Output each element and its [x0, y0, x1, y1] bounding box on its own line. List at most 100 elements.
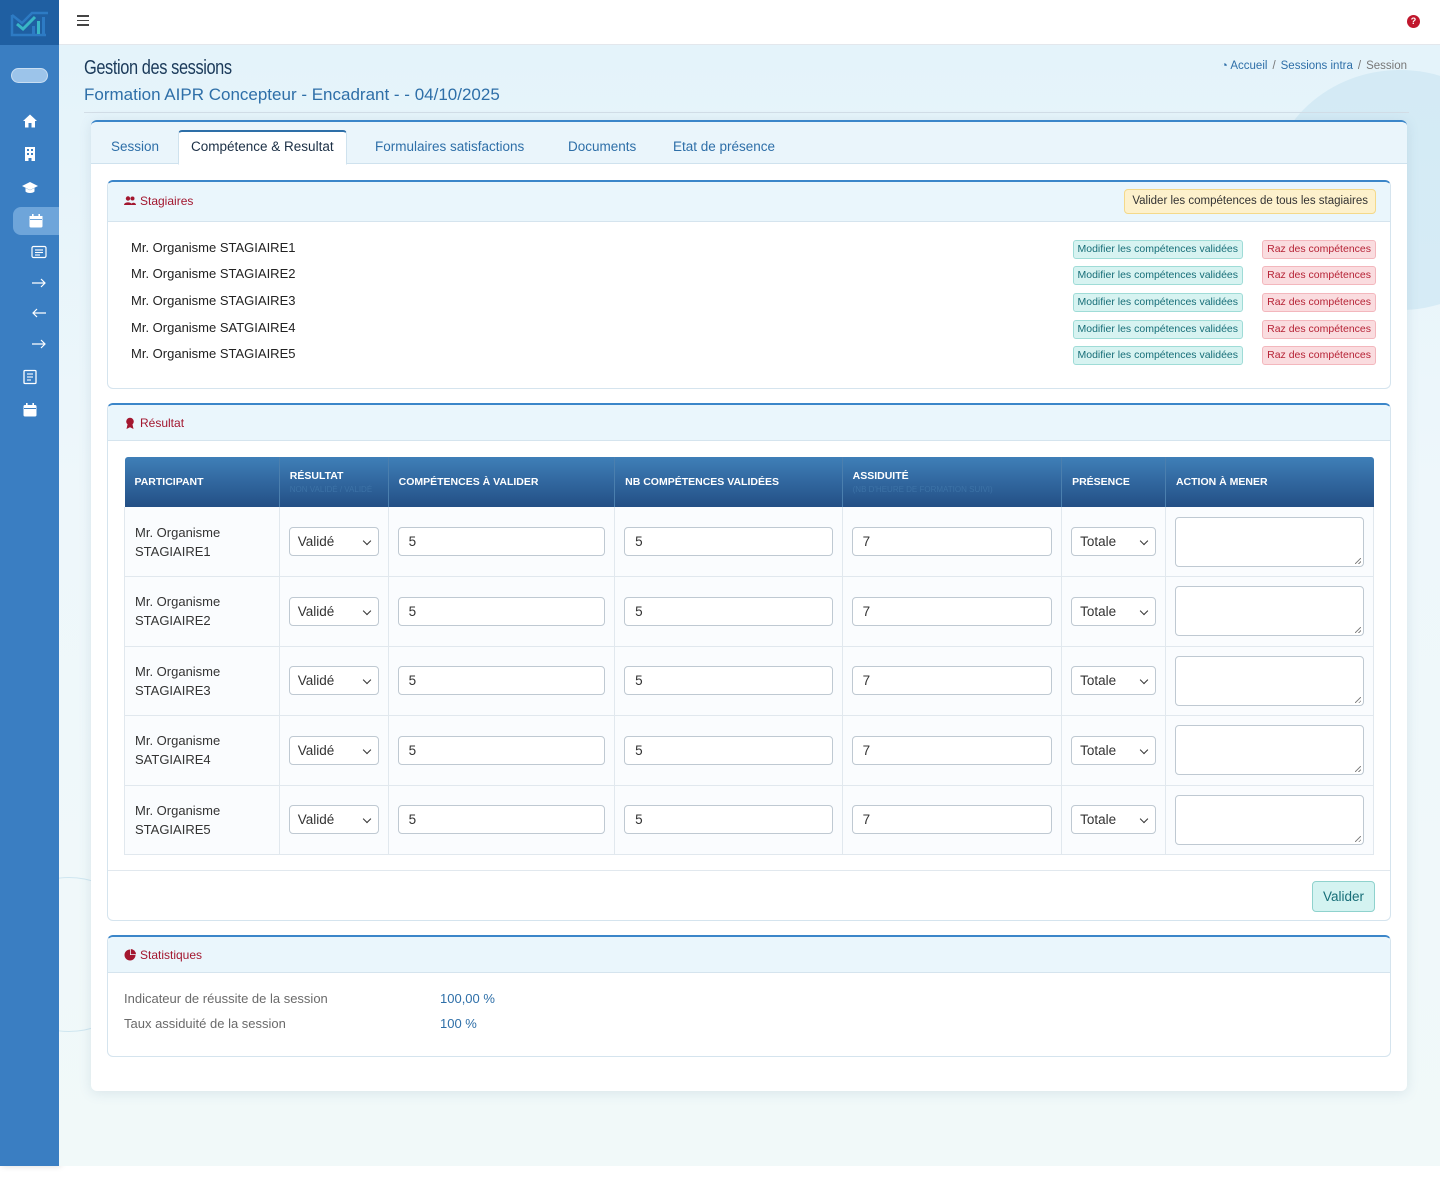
modify-competences-button[interactable]: Modifier les compétences validées	[1072, 293, 1243, 312]
resultat-select[interactable]: Validé	[288, 805, 379, 835]
competences-input[interactable]: 5	[397, 805, 606, 835]
top-bar: ?	[59, 0, 1440, 45]
document-icon	[22, 369, 37, 385]
assiduite-input[interactable]: 7	[851, 666, 1053, 696]
resultat-panel-header: Résultat	[108, 405, 1390, 441]
resultat-cell: Validé	[279, 646, 389, 716]
action-cell	[1165, 785, 1375, 855]
assiduite-input[interactable]: 7	[851, 735, 1053, 765]
action-textarea[interactable]	[1174, 794, 1364, 845]
resultat-select[interactable]: Validé	[288, 596, 379, 626]
competences-input[interactable]: 5	[397, 596, 606, 626]
resultat-panel: Résultat PARTICIPANT RÉSULTAT NON VALIDÉ …	[107, 403, 1391, 921]
presence-select[interactable]: Totale	[1071, 735, 1156, 765]
main-content: Gestion des sessions Formation AIPR Conc…	[59, 45, 1440, 1166]
assiduite-cell: 7	[842, 785, 1063, 855]
competences-input[interactable]: 5	[397, 735, 606, 765]
participant-cell: Mr. Organisme STAGIAIRE2	[124, 576, 280, 647]
assiduite-input[interactable]: 7	[851, 527, 1053, 556]
sidebar-item-home[interactable]	[0, 109, 59, 133]
sidebar-subitem-list[interactable]	[0, 240, 59, 264]
arrow-left-icon	[32, 308, 46, 318]
action-cell	[1165, 715, 1375, 786]
nb-validees-input[interactable]: 5	[624, 596, 833, 626]
resultat-select[interactable]: Validé	[288, 527, 379, 556]
assiduite-input[interactable]: 7	[851, 805, 1053, 835]
column-header-assiduite-sub: (NB D'HEURE DE FORMATION SUIVI)	[852, 485, 993, 494]
app-logo[interactable]	[0, 0, 59, 45]
action-textarea[interactable]	[1174, 516, 1364, 567]
tab-etat-presence[interactable]: Etat de présence	[661, 130, 787, 164]
column-header-action: ACTION À MENER	[1165, 457, 1374, 507]
reset-competences-button[interactable]: Raz des compétences	[1262, 240, 1376, 259]
validate-all-competences-button[interactable]: Valider les compétences de tous les stag…	[1124, 189, 1376, 214]
competences-cell: 5	[388, 715, 616, 786]
sidebar-item-formations[interactable]	[0, 176, 59, 200]
valider-button[interactable]: Valider	[1311, 881, 1375, 912]
reset-competences-button[interactable]: Raz des compétences	[1262, 320, 1376, 339]
participant-name: Mr. Organisme	[135, 594, 221, 610]
help-icon[interactable]: ?	[1407, 15, 1420, 28]
nb-validees-cell: 5	[614, 646, 843, 716]
trainee-name: Mr. Organisme SATGIAIRE4	[131, 320, 296, 335]
breadcrumb-sessions-intra[interactable]: Sessions intra	[1281, 60, 1353, 72]
modify-competences-button[interactable]: Modifier les compétences validées	[1072, 346, 1243, 365]
sidebar-item-documents[interactable]	[0, 365, 59, 389]
sidebar-item-sessions[interactable]	[13, 207, 59, 235]
presence-select[interactable]: Totale	[1071, 527, 1156, 556]
modify-competences-button[interactable]: Modifier les compétences validées	[1072, 320, 1243, 339]
presence-select[interactable]: Totale	[1071, 805, 1156, 835]
resultat-select[interactable]: Validé	[288, 735, 379, 765]
resultat-select[interactable]: Validé	[288, 666, 379, 696]
nb-validees-input[interactable]: 5	[624, 805, 833, 835]
assiduite-input[interactable]: 7	[851, 596, 1053, 626]
action-textarea[interactable]	[1174, 725, 1364, 776]
arrow-right-icon	[32, 339, 46, 349]
action-cell	[1165, 646, 1375, 716]
sidebar-subitem-arrow-right-1[interactable]	[0, 271, 59, 295]
stat-label: Taux assiduité de la session	[124, 1016, 286, 1031]
action-textarea[interactable]	[1174, 586, 1364, 637]
action-textarea[interactable]	[1174, 655, 1364, 706]
resultat-table: PARTICIPANT RÉSULTAT NON VALIDÉ / VALIDÉ …	[124, 457, 1375, 855]
nb-validees-cell: 5	[614, 785, 843, 855]
sidebar-subitem-arrow-right-2[interactable]	[0, 332, 59, 356]
tab-session[interactable]: Session	[99, 130, 171, 164]
tab-competence-resultat[interactable]: Compétence & Resultat	[178, 130, 347, 165]
statistiques-title: Statistiques	[124, 948, 202, 962]
participant-surname: STAGIAIRE3	[135, 682, 211, 698]
sidebar-item-planning[interactable]	[0, 398, 59, 422]
column-header-presence: PRÉSENCE	[1061, 457, 1166, 507]
resultat-cell: Validé	[279, 785, 389, 855]
breadcrumb-home[interactable]: ◔ Accueil	[1221, 60, 1268, 72]
column-header-competences: COMPÉTENCES À VALIDER	[388, 457, 616, 507]
competences-input[interactable]: 5	[397, 666, 606, 696]
competences-input[interactable]: 5	[397, 527, 606, 556]
tab-documents[interactable]: Documents	[556, 130, 648, 164]
action-cell	[1165, 507, 1375, 577]
nb-validees-input[interactable]: 5	[624, 666, 833, 696]
reset-competences-button[interactable]: Raz des compétences	[1262, 346, 1376, 365]
modify-competences-button[interactable]: Modifier les compétences validées	[1072, 240, 1243, 259]
modify-competences-button[interactable]: Modifier les compétences validées	[1072, 266, 1243, 285]
column-header-resultat: RÉSULTAT NON VALIDÉ / VALIDÉ	[279, 457, 389, 507]
nb-validees-input[interactable]: 5	[624, 735, 833, 765]
presence-select[interactable]: Totale	[1071, 596, 1156, 626]
column-header-participant: PARTICIPANT	[124, 457, 280, 507]
competences-cell: 5	[388, 785, 616, 855]
reset-competences-button[interactable]: Raz des compétences	[1262, 293, 1376, 312]
sidebar-toggle-pill[interactable]	[11, 68, 48, 83]
sidebar-subitem-arrow-left[interactable]	[0, 301, 59, 325]
trainee-row: Mr. Organisme STAGIAIRE5 Modifier les co…	[131, 344, 1376, 366]
reset-competences-button[interactable]: Raz des compétences	[1262, 266, 1376, 285]
users-icon	[124, 196, 136, 205]
trainee-row: Mr. Organisme STAGIAIRE2 Modifier les co…	[131, 264, 1376, 286]
presence-cell: Totale	[1061, 785, 1166, 855]
nb-validees-input[interactable]: 5	[624, 527, 833, 556]
presence-select[interactable]: Totale	[1071, 666, 1156, 696]
menu-toggle-icon[interactable]	[77, 15, 89, 29]
trainee-row: Mr. Organisme SATGIAIRE4 Modifier les co…	[131, 318, 1376, 340]
tab-formulaires-satisfactions[interactable]: Formulaires satisfactions	[363, 130, 536, 164]
sidebar-item-organismes[interactable]	[0, 142, 59, 166]
breadcrumb-separator: /	[1272, 60, 1276, 72]
